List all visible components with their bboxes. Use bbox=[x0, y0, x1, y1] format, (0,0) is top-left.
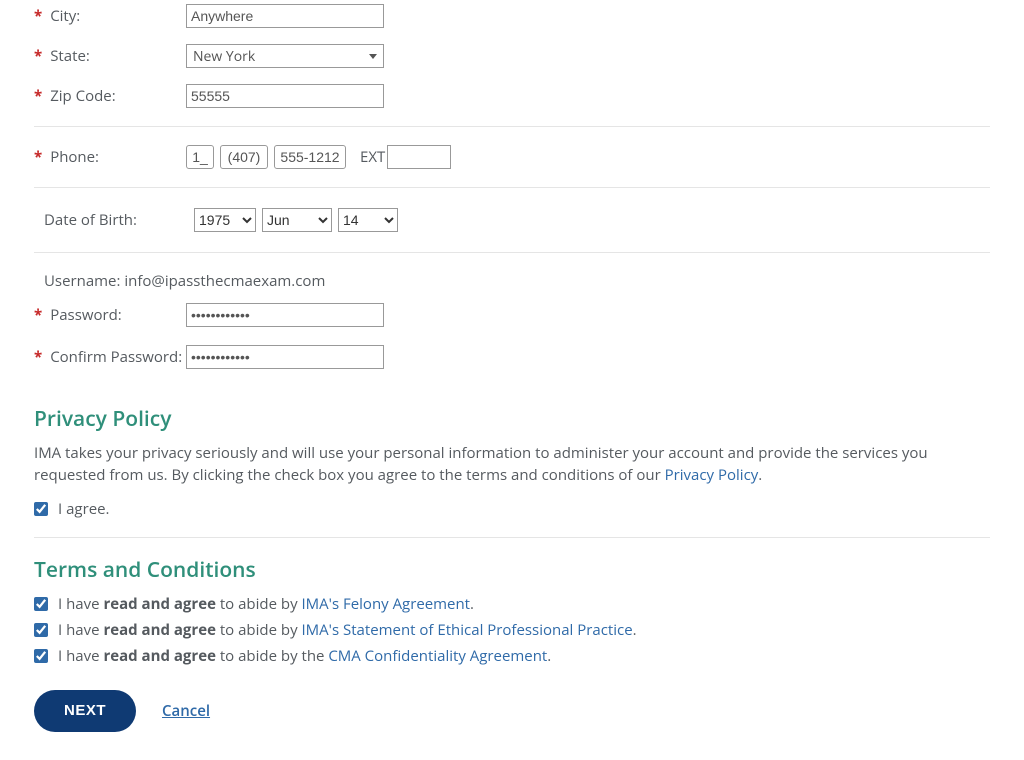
next-button[interactable]: NEXT bbox=[34, 690, 136, 732]
chevron-down-icon bbox=[369, 54, 377, 59]
privacy-policy-link[interactable]: Privacy Policy bbox=[665, 465, 759, 485]
required-icon: * bbox=[34, 305, 42, 325]
phone-ext-label: EXT bbox=[360, 147, 385, 167]
phone-ext-input[interactable] bbox=[387, 145, 451, 169]
cancel-link[interactable]: Cancel bbox=[162, 701, 210, 721]
state-label: State: bbox=[50, 46, 90, 66]
dob-month-select[interactable]: Jun bbox=[262, 208, 332, 232]
phone-country-input[interactable] bbox=[186, 145, 214, 169]
required-icon: * bbox=[34, 46, 42, 66]
city-label: City: bbox=[50, 6, 80, 26]
phone-number-input[interactable] bbox=[274, 145, 346, 169]
privacy-heading: Privacy Policy bbox=[34, 405, 990, 433]
dob-day-select[interactable]: 14 bbox=[338, 208, 398, 232]
terms-ethics-text: I have read and agree to abide by IMA's … bbox=[58, 620, 637, 640]
username-label: Username: bbox=[44, 271, 120, 291]
username-value: info@ipassthecmaexam.com bbox=[124, 271, 325, 291]
zip-input[interactable] bbox=[186, 84, 384, 108]
terms-cma-checkbox[interactable] bbox=[34, 649, 48, 663]
ethics-statement-link[interactable]: IMA's Statement of Ethical Professional … bbox=[301, 620, 632, 640]
terms-heading: Terms and Conditions bbox=[34, 556, 990, 584]
privacy-text: IMA takes your privacy seriously and wil… bbox=[34, 443, 990, 487]
required-icon: * bbox=[34, 86, 42, 106]
state-select[interactable]: New York bbox=[186, 44, 384, 68]
dob-label: Date of Birth: bbox=[44, 210, 137, 230]
password-input[interactable] bbox=[186, 303, 384, 327]
dob-year-select[interactable]: 1975 bbox=[194, 208, 256, 232]
state-value: New York bbox=[193, 47, 255, 66]
phone-label: Phone: bbox=[50, 147, 99, 167]
terms-ethics-checkbox[interactable] bbox=[34, 623, 48, 637]
terms-cma-text: I have read and agree to abide by the CM… bbox=[58, 646, 551, 666]
required-icon: * bbox=[34, 6, 42, 26]
zip-label: Zip Code: bbox=[50, 86, 115, 106]
required-icon: * bbox=[34, 347, 42, 367]
confirm-password-input[interactable] bbox=[186, 345, 384, 369]
privacy-agree-label: I agree. bbox=[58, 499, 109, 519]
confirm-password-label: Confirm Password: bbox=[50, 347, 182, 367]
city-input[interactable] bbox=[186, 4, 384, 28]
terms-felony-text: I have read and agree to abide by IMA's … bbox=[58, 594, 474, 614]
cma-confidentiality-link[interactable]: CMA Confidentiality Agreement bbox=[328, 646, 547, 666]
terms-felony-checkbox[interactable] bbox=[34, 597, 48, 611]
required-icon: * bbox=[34, 147, 42, 167]
password-label: Password: bbox=[50, 305, 122, 325]
felony-agreement-link[interactable]: IMA's Felony Agreement bbox=[301, 594, 470, 614]
privacy-agree-checkbox[interactable] bbox=[34, 502, 48, 516]
phone-area-input[interactable] bbox=[220, 145, 268, 169]
